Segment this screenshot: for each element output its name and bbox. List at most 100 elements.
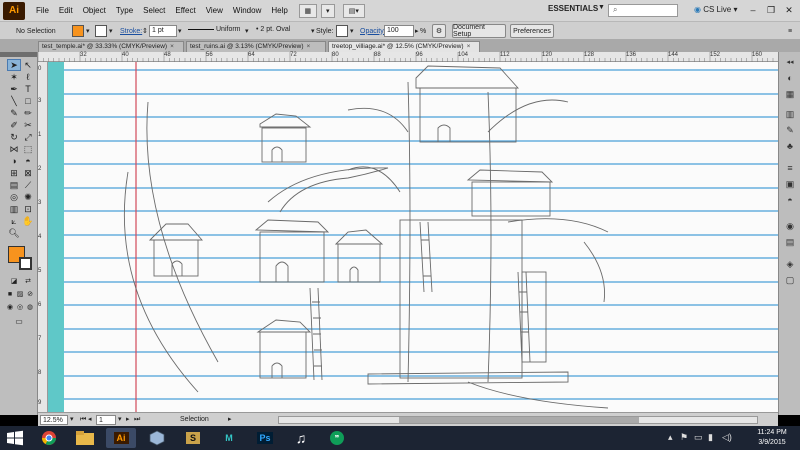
variable-width-profile[interactable]: Uniform (186, 25, 244, 37)
artboard-canvas[interactable] (48, 62, 778, 412)
search-input[interactable] (608, 4, 678, 17)
close-button[interactable]: ✕ (780, 3, 798, 17)
zoom-level-field[interactable]: 12.5% (40, 415, 68, 425)
menu-edit[interactable]: Edit (54, 6, 78, 15)
close-icon[interactable]: × (467, 43, 471, 50)
blob-brush-tool-icon[interactable]: ✐ (7, 119, 21, 131)
menu-object[interactable]: Object (78, 6, 111, 15)
virtualbox-icon[interactable] (142, 428, 172, 448)
type-tool-icon[interactable]: T (21, 83, 35, 95)
horizontal-ruler[interactable]: 32 40 48 56 64 72 80 88 96 104 112 120 1… (38, 52, 778, 62)
style-caret-icon[interactable]: ▾ (350, 25, 354, 37)
draw-inside-icon[interactable]: ◍ (23, 301, 37, 313)
arrange-documents-icon[interactable]: ▤▾ (342, 3, 365, 18)
artboard-number-field[interactable]: 1 (96, 415, 116, 425)
appearance-panel-icon[interactable]: ◉ (784, 220, 796, 232)
blend-tool-icon[interactable]: ◎ (7, 191, 21, 203)
menu-effect[interactable]: Effect (170, 6, 200, 15)
brush-caret-icon[interactable]: ▾ (311, 25, 315, 37)
scale-tool-icon[interactable]: ⤢ (21, 131, 35, 143)
perspective-grid-tool-icon[interactable]: ⊞ (7, 167, 21, 179)
maya-icon[interactable]: M (214, 428, 244, 448)
chrome-icon[interactable] (34, 428, 64, 448)
column-graph-tool-icon[interactable]: ▥ (7, 203, 21, 215)
opacity-caret-icon[interactable]: ▸ (415, 25, 419, 37)
paintbrush-tool-icon[interactable]: ✎ (7, 107, 21, 119)
lasso-tool-icon[interactable]: ℓ (21, 71, 35, 83)
stroke-weight-field[interactable]: 1 pt (149, 25, 177, 37)
zoom-caret-icon[interactable]: ▾ (70, 415, 74, 425)
hand-tool-icon[interactable]: ✋ (21, 215, 35, 227)
horizontal-scrollbar[interactable] (278, 416, 758, 424)
windows-start-icon[interactable] (6, 430, 24, 446)
tray-volume-icon[interactable]: ◁) (722, 432, 732, 443)
close-icon[interactable]: × (170, 43, 174, 50)
shape-builder-tool-icon[interactable]: ◑ (7, 155, 21, 167)
brushes-panel-icon[interactable]: ✎ (784, 124, 796, 136)
tab-treetop-villiage[interactable]: treetop_villiage.ai* @ 12.5% (CMYK/Previ… (328, 41, 480, 52)
recolor-icon[interactable]: ⚙ (432, 24, 446, 38)
tab-test-temple[interactable]: test_temple.ai* @ 33.33% (CMYK/Preview) × (38, 41, 184, 52)
menu-file[interactable]: File (31, 6, 54, 15)
music-icon[interactable]: ♫ (286, 428, 316, 448)
symbol-sprayer-tool-icon[interactable]: ✺ (21, 191, 35, 203)
tray-network-icon[interactable]: ▮ (708, 432, 713, 443)
stroke-swatch[interactable] (95, 25, 107, 37)
tray-up-arrow-icon[interactable]: ▴ (668, 432, 673, 443)
chevron-down-icon[interactable]: ▼ (598, 4, 605, 11)
menu-select[interactable]: Select (138, 6, 170, 15)
last-artboard-icon[interactable]: ⏭ (134, 415, 140, 425)
color-guide-icon[interactable]: ▦ (784, 88, 796, 100)
screen-mode-icon[interactable]: ▭ (12, 315, 26, 327)
vertical-ruler[interactable]: 0 3 1 2 3 4 5 6 7 8 9 (38, 62, 48, 412)
line-tool-icon[interactable]: ╲ (7, 95, 21, 107)
document-setup-button[interactable]: Document Setup (452, 24, 506, 38)
bridge-icon[interactable]: ▦ (298, 3, 317, 18)
stroke-label[interactable]: Stroke: (120, 25, 142, 37)
photoshop-icon[interactable]: Ps (250, 428, 280, 448)
cs-live-button[interactable]: ◉ CS Live ▾ (694, 5, 737, 14)
file-explorer-icon[interactable] (70, 428, 100, 448)
menu-view[interactable]: View (201, 6, 228, 15)
stroke-color-box[interactable] (19, 257, 32, 270)
stroke-caret-icon[interactable]: ▾ (109, 25, 113, 37)
gradient-panel-icon[interactable]: ▣ (784, 178, 796, 190)
minimize-button[interactable]: – (744, 3, 762, 17)
direct-selection-tool-icon[interactable]: ↖ (21, 59, 35, 71)
next-artboard-icon[interactable]: ▸ (126, 415, 130, 425)
profile-caret-icon[interactable]: ▾ (245, 25, 249, 37)
artboards-panel-icon[interactable]: ▢ (784, 274, 796, 286)
tray-flag-icon[interactable]: ⚑ (680, 432, 688, 443)
arrange-caret-icon[interactable]: ▾ (320, 3, 335, 18)
system-clock[interactable]: 11:24 PM 3/9/2015 (748, 428, 796, 448)
sketchbook-icon[interactable]: S (178, 428, 208, 448)
fill-caret-icon[interactable]: ▾ (86, 25, 90, 37)
gradient-tool-icon[interactable]: ▤ (7, 179, 21, 191)
mesh-tool-icon[interactable]: ⊠ (21, 167, 35, 179)
pencil-tool-icon[interactable]: ✏ (21, 107, 35, 119)
eyedropper-tool-icon[interactable]: ⟋ (21, 179, 35, 191)
stroke-stepper-icon[interactable]: ⇕ (142, 25, 148, 37)
rotate-tool-icon[interactable]: ↻ (7, 131, 21, 143)
selection-tool-icon[interactable]: ➤ (7, 59, 21, 71)
opacity-field[interactable]: 100 (384, 25, 414, 37)
preferences-button[interactable]: Preferences (510, 24, 554, 38)
none-mode-icon[interactable]: ⊘ (23, 288, 37, 300)
rectangle-tool-icon[interactable]: □ (21, 95, 35, 107)
illustrator-logo[interactable]: Ai (3, 1, 25, 20)
workspace-switcher[interactable]: ESSENTIALS (548, 4, 598, 13)
illustrator-taskbar-icon[interactable]: Ai (106, 428, 136, 448)
magic-wand-tool-icon[interactable]: ✶ (7, 71, 21, 83)
pen-tool-icon[interactable]: ✒ (7, 83, 21, 95)
status-menu-icon[interactable]: ▸ (228, 415, 232, 425)
maximize-button[interactable]: ❐ (762, 3, 780, 17)
eraser-tool-icon[interactable]: ✂ (21, 119, 35, 131)
stroke-panel-icon[interactable]: ≡ (784, 162, 796, 174)
zoom-tool-icon[interactable]: 🔍︎ (7, 227, 21, 239)
swap-colors-icon[interactable]: ⇄ (21, 275, 35, 287)
collapse-panels-icon[interactable]: ◂◂ (784, 56, 796, 68)
transparency-panel-icon[interactable]: ◓ (784, 194, 796, 206)
artboard-caret-icon[interactable]: ▾ (118, 415, 122, 425)
status-mode[interactable]: Selection (180, 415, 209, 425)
live-paint-tool-icon[interactable]: ◓ (21, 155, 35, 167)
